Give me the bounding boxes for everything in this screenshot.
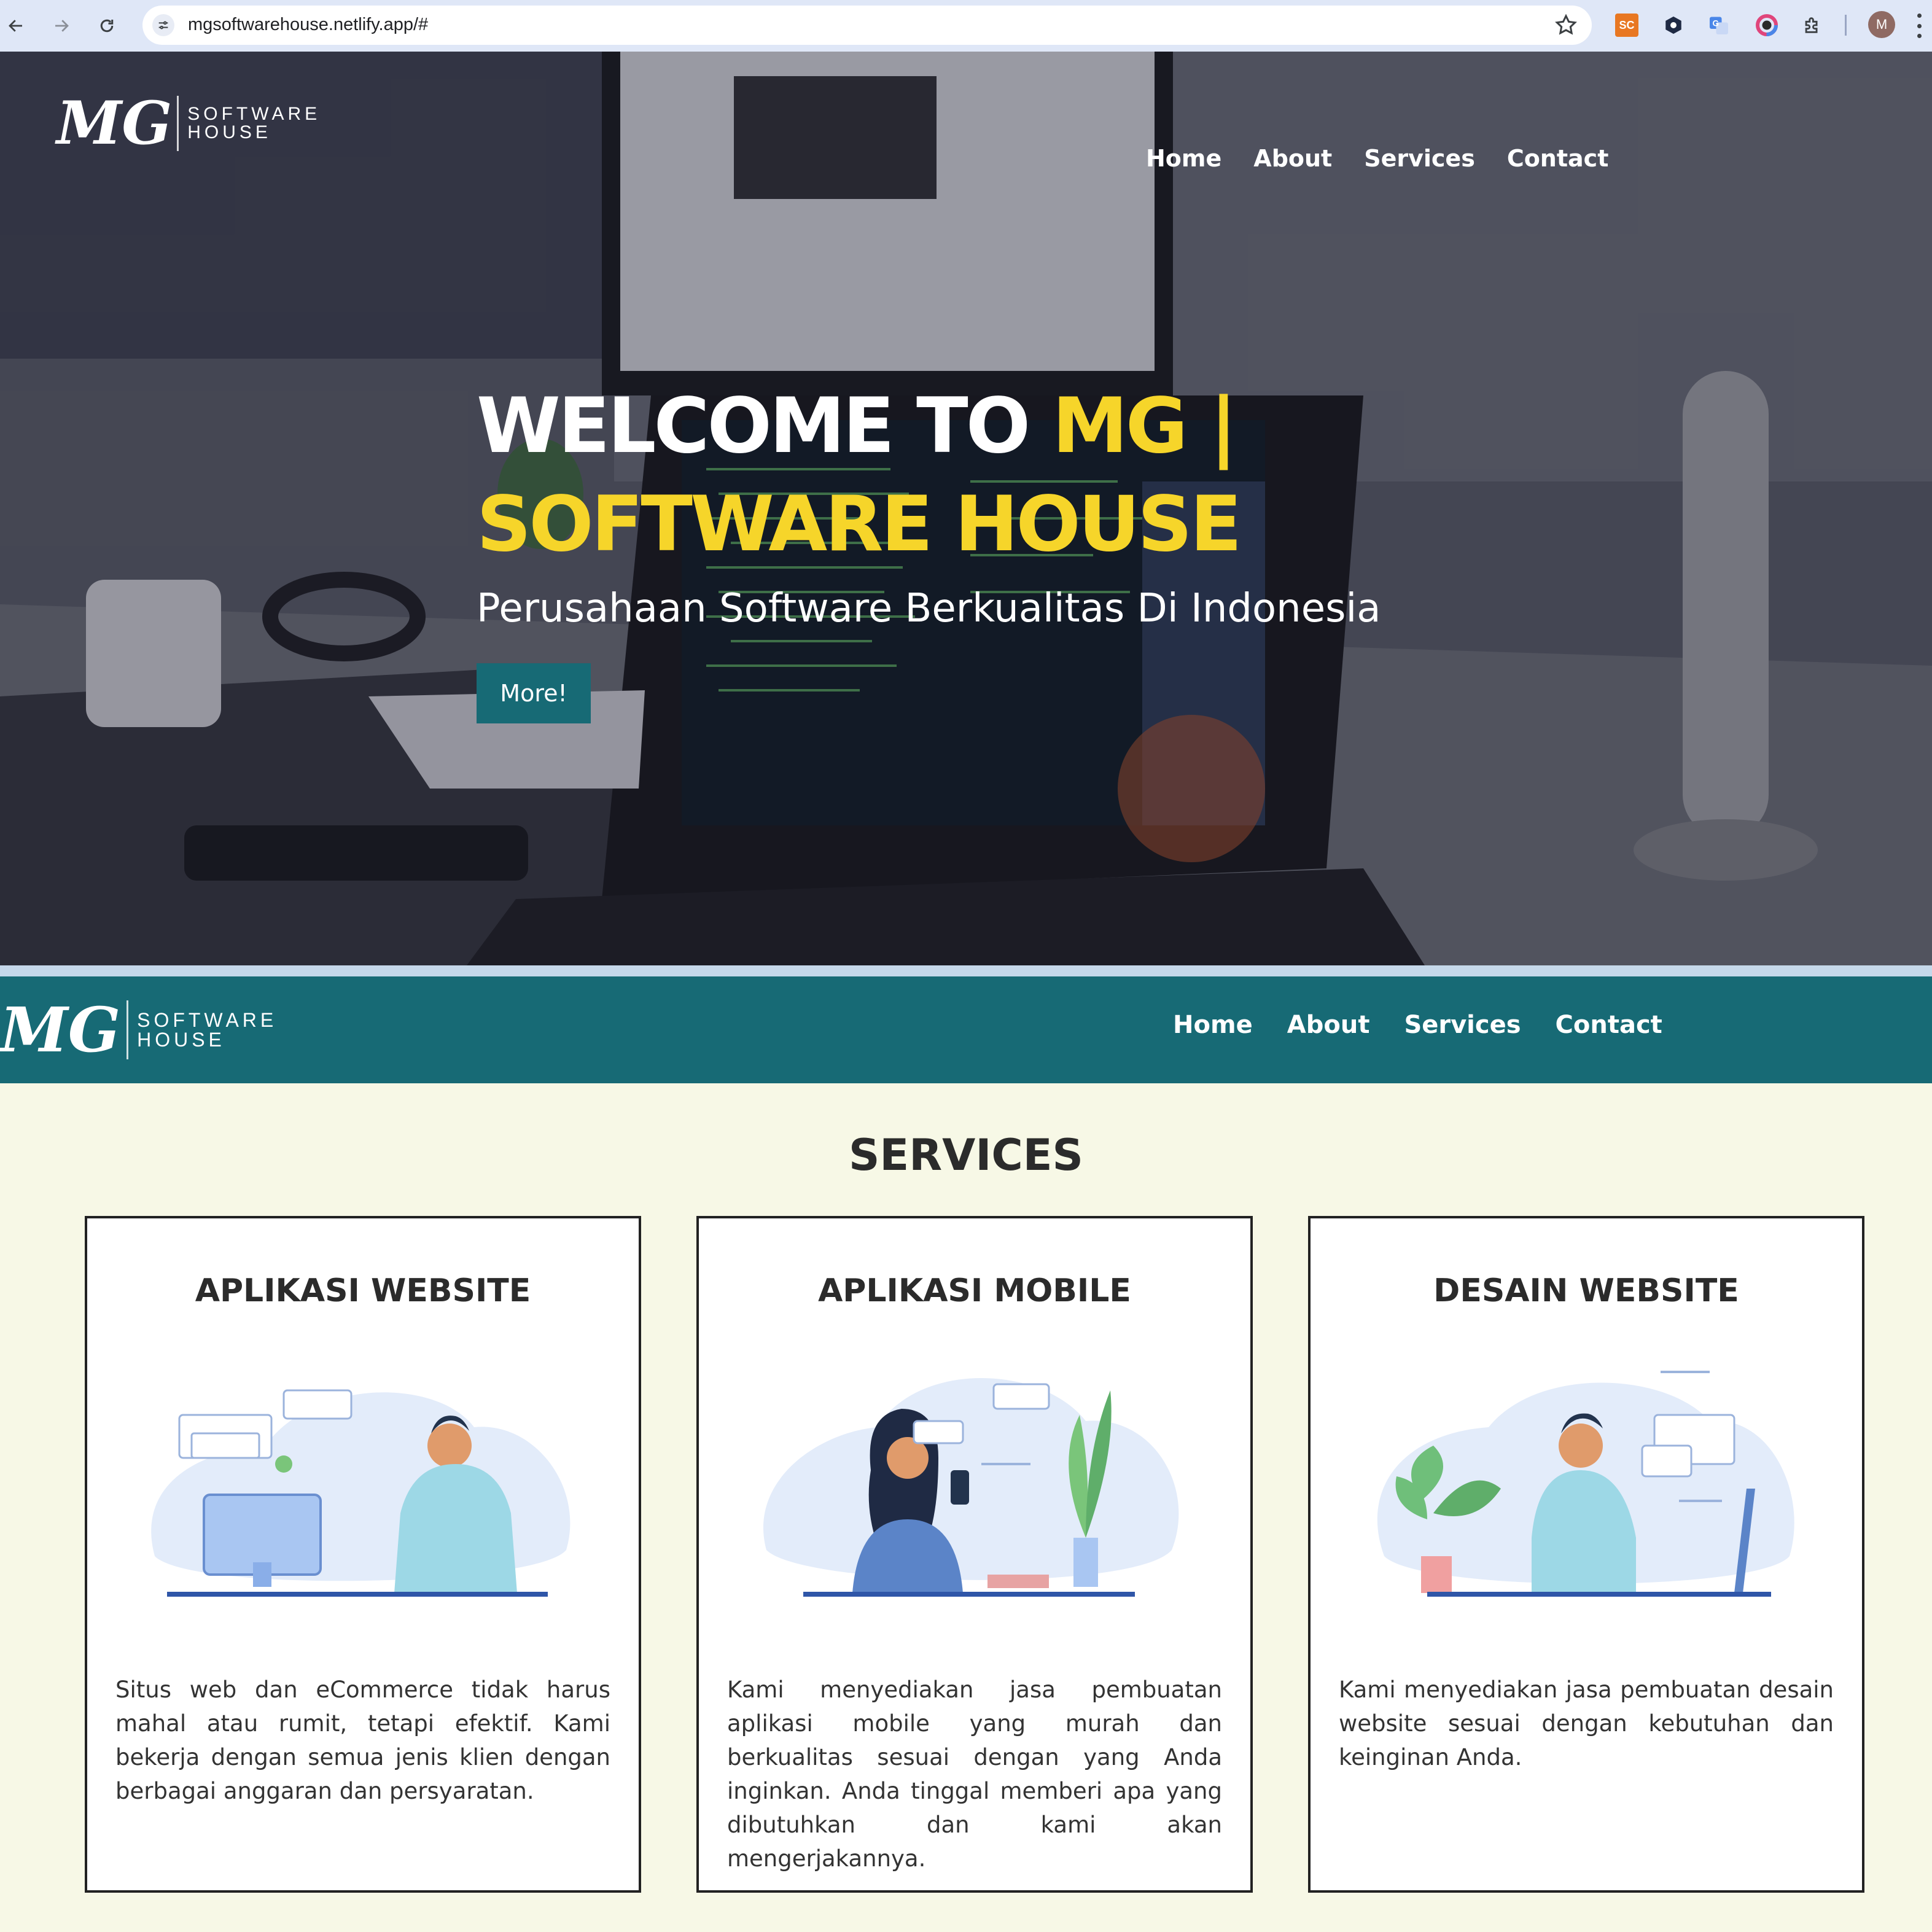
nav-contact-link[interactable]: Contact [1507, 145, 1609, 172]
nav-about-link[interactable]: About [1253, 145, 1332, 172]
hero-title: WELCOME TO MG | SOFTWARE HOUSE [477, 377, 1242, 574]
nav-about-link[interactable]: About [1287, 1011, 1370, 1039]
logo-divider [127, 1000, 129, 1059]
nav-home-link[interactable]: Home [1173, 1011, 1253, 1039]
hexagon-extension-icon[interactable] [1661, 12, 1686, 38]
address-bar[interactable]: mgsoftwarehouse.netlify.app/# [142, 6, 1592, 45]
web-design-illustration [1377, 1371, 1794, 1597]
service-card-title: APLIKASI MOBILE [818, 1272, 1131, 1309]
hero-subtitle: Perusahaan Software Berkualitas Di Indon… [477, 586, 1381, 631]
mobile-app-illustration [763, 1378, 1179, 1597]
nav-services-link[interactable]: Services [1404, 1011, 1521, 1039]
logo-mark: MG [0, 994, 121, 1066]
hero-title-white: WELCOME TO [477, 382, 1053, 470]
main-navbar: MG SOFTWARE HOUSE Home About Services Co… [0, 976, 1932, 1083]
hero-title-accent-1: MG | [1052, 382, 1237, 470]
service-card-text: Kami menyediakan jasa pembuatan desain w… [1339, 1677, 1834, 1770]
service-card-text: Kami menyediakan jasa pembuatan aplikasi… [727, 1677, 1222, 1872]
color-ring-extension-icon[interactable] [1754, 12, 1780, 38]
profile-avatar[interactable]: M [1868, 11, 1895, 38]
service-card-title: APLIKASI WEBSITE [195, 1272, 531, 1309]
forward-icon[interactable] [45, 10, 77, 42]
logo-divider [177, 95, 179, 151]
service-card-title: DESAIN WEBSITE [1433, 1272, 1739, 1309]
browser-menu-icon[interactable] [1916, 14, 1922, 38]
service-card-web-design: DESAIN WEBSITE Kami menyediakan jasa pem… [1308, 1216, 1864, 1893]
translate-extension-icon[interactable]: G [1706, 12, 1732, 38]
back-icon[interactable] [0, 10, 32, 42]
web-developer-illustration [151, 1389, 571, 1597]
hero-section: MG SOFTWARE HOUSE Home About Services Co… [0, 52, 1932, 965]
svg-text:G: G [1713, 19, 1720, 28]
service-card-mobile-app: APLIKASI MOBILE Kami menyediakan jasa pe… [696, 1216, 1253, 1893]
puzzle-extensions-icon[interactable] [1799, 12, 1825, 38]
nav-contact-link[interactable]: Contact [1556, 1011, 1662, 1039]
bookmark-star-icon[interactable] [1554, 13, 1578, 37]
url-text[interactable]: mgsoftwarehouse.netlify.app/# [188, 15, 428, 35]
hero-nav: Home About Services Contact [1146, 145, 1608, 172]
more-button[interactable]: More! [477, 663, 591, 723]
logo-line-1: SOFTWARE [137, 1009, 278, 1031]
logo-mark: MG [56, 88, 173, 158]
logo-wordmark: SOFTWARE HOUSE [187, 103, 321, 142]
navbar-logo[interactable]: MG SOFTWARE HOUSE [0, 994, 277, 1066]
browser-toolbar: mgsoftwarehouse.netlify.app/# SC G M [0, 0, 1932, 52]
service-card-text: Situs web dan eCommerce tidak harus maha… [115, 1677, 610, 1804]
logo-wordmark: SOFTWARE HOUSE [137, 1010, 277, 1050]
service-card-web-app: APLIKASI WEBSITE Situs web dan eCommerce… [85, 1216, 641, 1893]
toolbar-divider [1845, 15, 1847, 36]
logo-line-2: HOUSE [137, 1029, 225, 1051]
hero-bottom-strip [0, 965, 1932, 976]
hero-title-accent-2: SOFTWARE HOUSE [477, 480, 1242, 569]
reload-icon[interactable] [91, 10, 123, 42]
services-heading: SERVICES [849, 1130, 1083, 1180]
nav-home-link[interactable]: Home [1146, 145, 1221, 172]
logo-line-2: HOUSE [187, 122, 271, 142]
navbar-menu: Home About Services Contact [1173, 1011, 1662, 1039]
sc-extension-icon[interactable]: SC [1615, 14, 1638, 37]
nav-services-link[interactable]: Services [1364, 145, 1475, 172]
site-settings-icon[interactable] [152, 14, 174, 36]
hero-logo[interactable]: MG SOFTWARE HOUSE [56, 88, 321, 158]
logo-line-1: SOFTWARE [187, 103, 321, 124]
